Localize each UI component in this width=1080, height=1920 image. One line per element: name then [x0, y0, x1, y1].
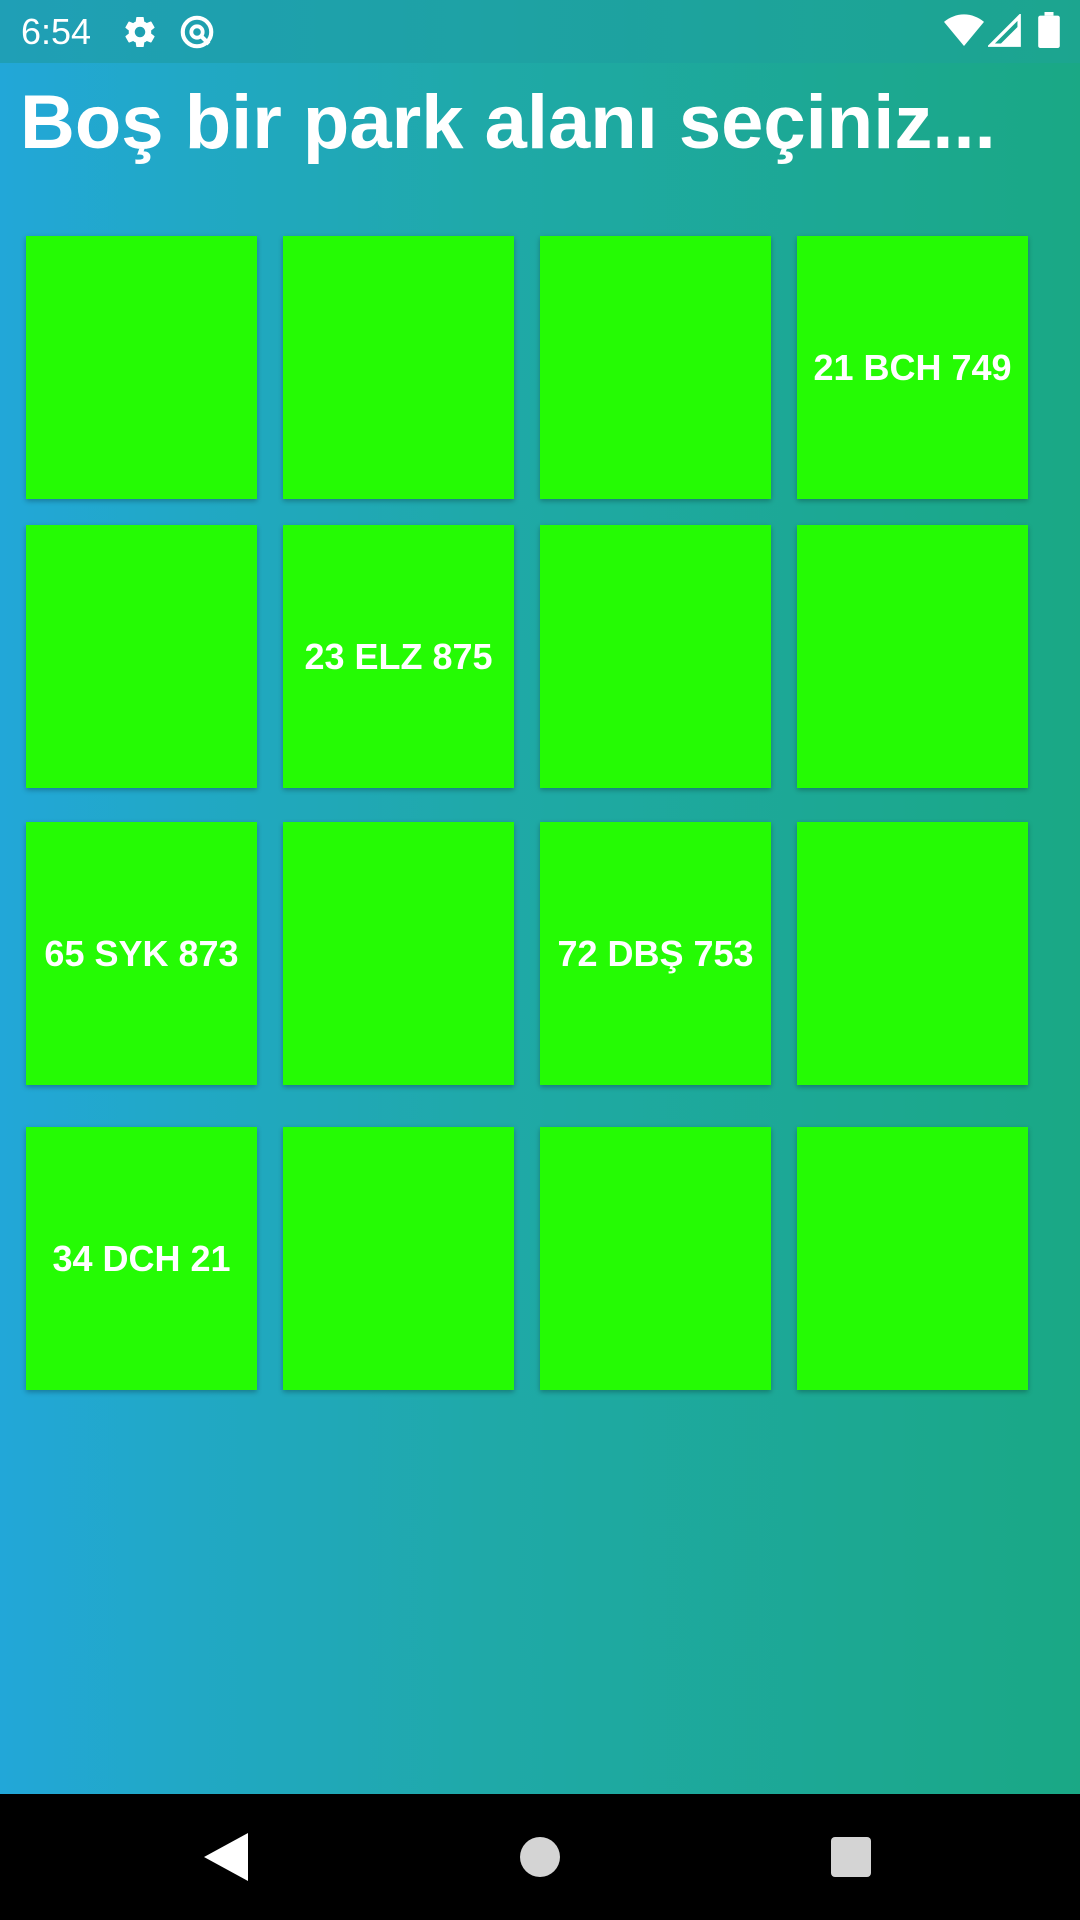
parking-slot[interactable]: 34 DCH 21 [26, 1127, 257, 1390]
recents-button[interactable] [791, 1794, 911, 1920]
parking-grid: 21 BCH 749 23 ELZ 875 65 SYK 873 72 DBŞ … [0, 0, 1080, 1800]
parking-slot[interactable] [797, 525, 1028, 788]
parking-slot[interactable]: 21 BCH 749 [797, 236, 1028, 499]
parking-slot[interactable] [283, 822, 514, 1085]
home-button[interactable] [480, 1794, 600, 1920]
plate-label: 72 DBŞ 753 [557, 932, 754, 974]
parking-slot[interactable] [283, 1127, 514, 1390]
parking-slot[interactable] [26, 525, 257, 788]
parking-slot[interactable]: 23 ELZ 875 [283, 525, 514, 788]
parking-slot[interactable] [540, 236, 771, 499]
parking-slot[interactable]: 72 DBŞ 753 [540, 822, 771, 1085]
parking-slot[interactable] [26, 236, 257, 499]
parking-slot[interactable] [797, 1127, 1028, 1390]
parking-slot[interactable] [283, 236, 514, 499]
back-button[interactable] [166, 1794, 286, 1920]
recents-icon [831, 1837, 871, 1877]
navigation-bar [0, 1794, 1080, 1920]
plate-label: 34 DCH 21 [52, 1237, 231, 1279]
home-icon [520, 1837, 560, 1877]
parking-slot[interactable]: 65 SYK 873 [26, 822, 257, 1085]
plate-label: 23 ELZ 875 [304, 635, 493, 677]
back-icon [204, 1833, 248, 1881]
plate-label: 65 SYK 873 [44, 932, 239, 974]
parking-slot[interactable] [797, 822, 1028, 1085]
parking-slot[interactable] [540, 1127, 771, 1390]
plate-label: 21 BCH 749 [813, 346, 1012, 388]
parking-slot[interactable] [540, 525, 771, 788]
